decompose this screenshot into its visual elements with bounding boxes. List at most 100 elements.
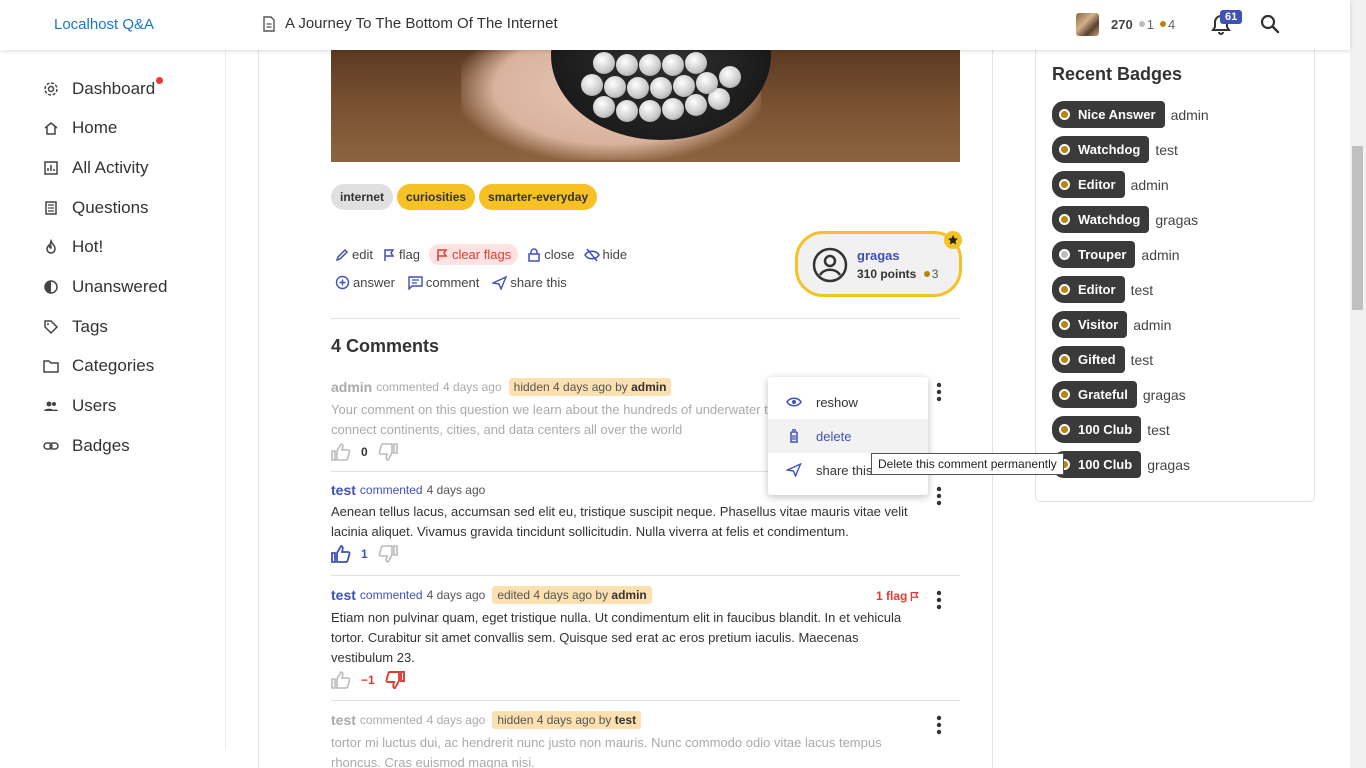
- sidebar-item-hot[interactable]: Hot!: [43, 237, 103, 257]
- flag-count-label: 1 flag: [876, 589, 908, 603]
- thumbs-down-icon[interactable]: [385, 671, 405, 689]
- author-name[interactable]: gragas: [857, 248, 900, 263]
- thumbs-down-icon[interactable]: [378, 545, 398, 563]
- sidebar-item-dashboard[interactable]: Dashboard: [43, 77, 163, 99]
- sidebar-item-users[interactable]: Users: [43, 396, 116, 416]
- badge-user[interactable]: test: [1147, 422, 1170, 438]
- answer-button[interactable]: answer: [335, 275, 395, 290]
- avatar[interactable]: [1076, 13, 1099, 36]
- hide-button[interactable]: hide: [583, 247, 628, 262]
- thumbs-up-icon[interactable]: [331, 671, 351, 689]
- flag-button[interactable]: flag: [382, 247, 420, 262]
- hide-label: hide: [602, 247, 628, 262]
- tag-chip[interactable]: smarter-everyday: [479, 184, 598, 210]
- comment-menu-button[interactable]: [936, 715, 942, 735]
- tag-icon: [43, 319, 59, 335]
- badge-user[interactable]: admin: [1131, 177, 1169, 193]
- sidebar-item-questions[interactable]: Questions: [43, 198, 149, 218]
- thumbs-down-icon[interactable]: [378, 443, 398, 461]
- badge-chip[interactable]: Editor: [1052, 171, 1125, 198]
- activity-icon: [43, 160, 59, 176]
- note-user[interactable]: admin: [611, 588, 646, 602]
- top-bar: Localhost Q&A A Journey To The Bottom Of…: [0, 0, 1350, 50]
- note-text: hidden 4 days ago by: [497, 713, 612, 727]
- clear-flags-button[interactable]: clear flags: [428, 244, 519, 265]
- tag-chip[interactable]: curiosities: [397, 184, 476, 210]
- recent-badges-title: Recent Badges: [1052, 64, 1183, 84]
- search-button[interactable]: [1260, 14, 1280, 34]
- link-icon: [43, 438, 59, 454]
- sidebar-item-home[interactable]: Home: [43, 118, 117, 138]
- note-user[interactable]: test: [615, 713, 636, 727]
- comment-author[interactable]: test: [331, 587, 356, 603]
- badge-chip[interactable]: Trouper: [1052, 241, 1136, 268]
- edit-button[interactable]: edit: [335, 247, 373, 262]
- sidebar-item-categories[interactable]: Categories: [43, 356, 154, 376]
- badge-label: Trouper: [1078, 247, 1127, 262]
- bronze-dot-icon: [1059, 354, 1070, 365]
- badge-chip[interactable]: 100 Club: [1052, 451, 1142, 478]
- divider: [331, 700, 960, 701]
- silver-count: 1: [1146, 17, 1154, 32]
- brand-link[interactable]: Localhost Q&A: [54, 16, 154, 33]
- sidebar-item-all-activity[interactable]: All Activity: [43, 158, 149, 178]
- add-answer-icon: [335, 275, 350, 290]
- delete-menu-item[interactable]: delete: [768, 419, 928, 453]
- comment-menu-button[interactable]: [936, 590, 942, 610]
- badge-chip[interactable]: Grateful: [1052, 381, 1137, 408]
- share-button[interactable]: share this: [492, 275, 567, 290]
- page-title-group: A Journey To The Bottom Of The Internet: [262, 15, 558, 32]
- answer-label: answer: [353, 275, 395, 290]
- badge-chip[interactable]: 100 Club: [1052, 416, 1142, 443]
- comment-author[interactable]: test: [331, 712, 356, 728]
- tag-chip[interactable]: internet: [331, 184, 394, 210]
- flame-icon: [43, 239, 59, 255]
- question-author-card[interactable]: gragas 310 points 3: [795, 231, 962, 297]
- flag-label: flag: [398, 247, 420, 262]
- badge-label: Editor: [1078, 177, 1116, 192]
- close-button[interactable]: close: [527, 247, 575, 262]
- badge-chip[interactable]: Editor: [1052, 276, 1125, 303]
- badge-row: Editor admin: [1052, 171, 1169, 198]
- badge-user[interactable]: gragas: [1147, 457, 1190, 473]
- badge-user[interactable]: test: [1131, 352, 1154, 368]
- comment-author[interactable]: admin: [331, 379, 372, 395]
- badge-row: Gifted test: [1052, 346, 1153, 373]
- sidebar-item-label: Questions: [72, 198, 149, 217]
- badge-user[interactable]: gragas: [1155, 212, 1198, 228]
- scrollbar-thumb[interactable]: [1352, 146, 1363, 310]
- badge-label: 100 Club: [1078, 422, 1133, 437]
- sidebar-item-tags[interactable]: Tags: [43, 317, 108, 337]
- badge-chip[interactable]: Visitor: [1052, 311, 1128, 338]
- badge-row: Trouper admin: [1052, 241, 1180, 268]
- badge-user[interactable]: gragas: [1143, 387, 1186, 403]
- badge-user[interactable]: test: [1155, 142, 1178, 158]
- sidebar-item-unanswered[interactable]: Unanswered: [43, 277, 167, 297]
- badge-user[interactable]: admin: [1171, 107, 1209, 123]
- sidebar-item-badges[interactable]: Badges: [43, 436, 130, 456]
- thumbs-up-icon[interactable]: [331, 545, 351, 563]
- comment-menu-button[interactable]: [936, 382, 942, 402]
- comment-line: tortor mi luctus dui, ac hendrerit nunc …: [331, 735, 882, 750]
- badge-chip[interactable]: Watchdog: [1052, 136, 1150, 163]
- comment-menu-button[interactable]: [936, 486, 942, 506]
- badge-chip[interactable]: Watchdog: [1052, 206, 1150, 233]
- reshow-menu-item[interactable]: reshow: [768, 385, 928, 419]
- user-summary[interactable]: 270 1 4: [1076, 13, 1175, 36]
- badge-user[interactable]: admin: [1133, 317, 1171, 333]
- sidebar-item-label: Home: [72, 118, 118, 137]
- share-label: share this: [510, 275, 567, 290]
- badge-user[interactable]: test: [1131, 282, 1154, 298]
- note-user[interactable]: admin: [631, 380, 666, 394]
- badge-chip[interactable]: Nice Answer: [1052, 101, 1165, 128]
- comment-button[interactable]: comment: [408, 275, 479, 290]
- badge-user[interactable]: admin: [1141, 247, 1179, 263]
- comment-author[interactable]: test: [331, 482, 356, 498]
- badge-chip[interactable]: Gifted: [1052, 346, 1125, 373]
- thumbs-up-icon[interactable]: [331, 443, 351, 461]
- flag-count[interactable]: 1 flag: [876, 589, 920, 603]
- badge-label: Watchdog: [1078, 142, 1141, 157]
- author-badge-count: 3: [931, 267, 939, 281]
- scrollbar-track[interactable]: [1350, 0, 1366, 768]
- comment-verb: commented: [359, 588, 423, 602]
